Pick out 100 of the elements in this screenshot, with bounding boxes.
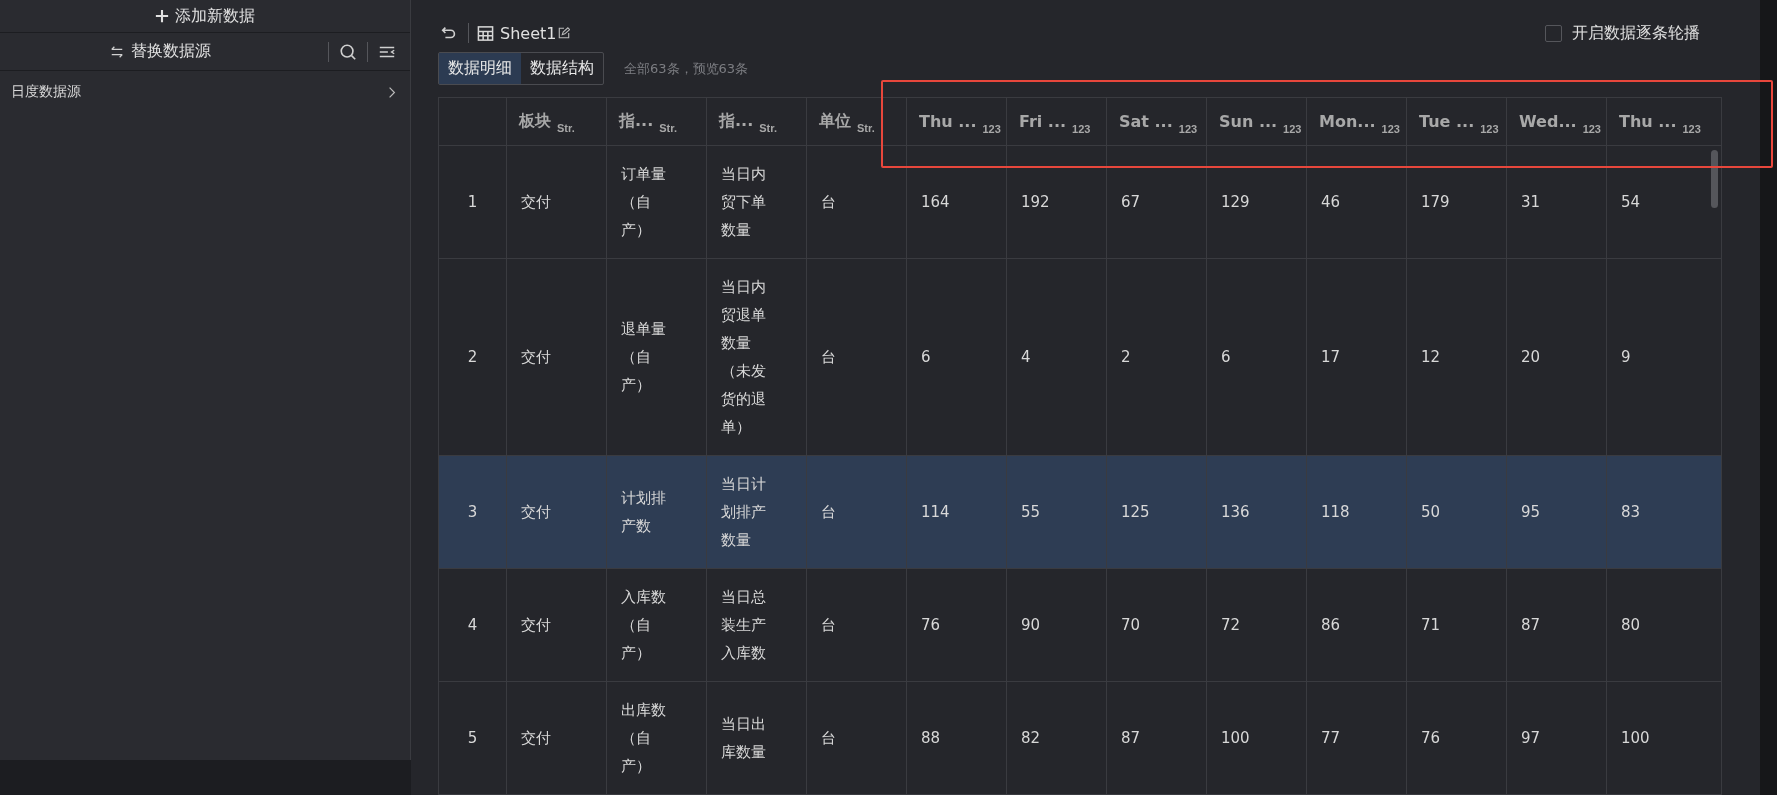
table-cell: 70: [1106, 568, 1207, 682]
table-cell: 计划排产数: [606, 455, 707, 569]
table-cell: 9: [1606, 258, 1722, 456]
table-cell: 76: [1406, 681, 1507, 795]
type-tag: Str.: [857, 122, 875, 134]
column-header[interactable]: Thu ... $_{123}$: [906, 97, 1007, 146]
table-cell: 72: [1206, 568, 1307, 682]
type-tag: 123: [1381, 123, 1400, 135]
table-cell: 86: [1306, 568, 1407, 682]
row-index: 4: [438, 568, 507, 682]
column-header[interactable]: Mon... $_{123}$: [1306, 97, 1407, 146]
table-cell: 当日内贸下单数量: [706, 145, 807, 259]
table-cell: 交付: [506, 145, 607, 259]
table-cell: 95: [1506, 455, 1607, 569]
table-cell: 164: [906, 145, 1007, 259]
row-index: 3: [438, 455, 507, 569]
table-cell: 129: [1206, 145, 1307, 259]
column-header[interactable]: 单位 $_{Str.}$: [806, 97, 907, 146]
table-cell: 交付: [506, 258, 607, 456]
scrollbar-thumb[interactable]: [1711, 150, 1718, 208]
table-cell: 台: [806, 258, 907, 456]
type-tag: Str.: [759, 122, 777, 134]
type-tag: 123: [1283, 123, 1302, 135]
type-tag: 123: [1178, 123, 1198, 135]
view-tab[interactable]: 数据结构: [521, 53, 603, 84]
table-cell: 订单量（自产）: [606, 145, 707, 259]
table-cell: 当日计划排产数量: [706, 455, 807, 569]
column-header[interactable]: Sun ... $_{123}$: [1206, 97, 1307, 146]
row-index: 5: [438, 681, 507, 795]
table-cell: 100: [1206, 681, 1307, 795]
table-cell: 97: [1506, 681, 1607, 795]
table-cell: 82: [1006, 681, 1107, 795]
table-cell: 17: [1306, 258, 1407, 456]
table-cell: 交付: [506, 455, 607, 569]
column-header[interactable]: 板块 $_{Str.}$: [506, 97, 607, 146]
table-cell: 退单量（自产）: [606, 258, 707, 456]
checkbox[interactable]: [1545, 24, 1562, 42]
table-cell: 88: [906, 681, 1007, 795]
table-row[interactable]: 2 交付 退单量（自产） 当日内贸退单数量（未发货的退单） 台 6 4 2 6 17 12 20 9: [438, 258, 1722, 456]
type-tag: 123: [1072, 123, 1091, 135]
table-cell: 6: [906, 258, 1007, 456]
table-row[interactable]: 4 交付 入库数（自产） 当日总装生产入库数 台 76 90 70 72 86 71 87 80: [438, 568, 1722, 682]
view-tab[interactable]: 数据明细: [439, 53, 521, 84]
table-row[interactable]: 3 交付 计划排产数 当日计划排产数量 台 114 55 125 136 118 50 95 83: [438, 455, 1722, 569]
type-tag: 123: [982, 123, 1001, 135]
carousel-label: 开启数据逐条轮播: [1572, 22, 1700, 44]
table-cell: 179: [1406, 145, 1507, 259]
table-cell: 192: [1006, 145, 1107, 259]
table-cell: 87: [1106, 681, 1207, 795]
table-cell: 83: [1606, 455, 1722, 569]
type-tag: Str.: [659, 122, 677, 134]
table-icon: [477, 24, 494, 42]
table-cell: 76: [906, 568, 1007, 682]
table-cell: 台: [806, 145, 907, 259]
table-cell: 71: [1406, 568, 1507, 682]
table-cell: 4: [1006, 258, 1107, 456]
datasource-label: 日度数据源: [11, 83, 81, 101]
table-cell: 67: [1106, 145, 1207, 259]
column-header[interactable]: Tue ... $_{123}$: [1406, 97, 1507, 146]
datasource-item[interactable]: 日度数据源: [0, 71, 410, 113]
table-row[interactable]: 5 交付 出库数（自产） 当日出库数量 台 88 82 87 100 77 76 97 100: [438, 681, 1722, 795]
column-header[interactable]: Fri ... $_{123}$: [1006, 97, 1107, 146]
table-cell: 80: [1606, 568, 1722, 682]
table-cell: 台: [806, 568, 907, 682]
type-tag: Str.: [557, 122, 575, 134]
table-cell: 136: [1206, 455, 1307, 569]
table-cell: 交付: [506, 681, 607, 795]
column-header[interactable]: Wed... $_{123}$: [1506, 97, 1607, 146]
table-cell: 55: [1006, 455, 1107, 569]
table-cell: 77: [1306, 681, 1407, 795]
table-cell: 118: [1306, 455, 1407, 569]
table-cell: 90: [1006, 568, 1107, 682]
table-cell: 12: [1406, 258, 1507, 456]
plus-icon: [155, 9, 169, 23]
column-header[interactable]: 指... $_{Str.}$: [706, 97, 807, 146]
replace-datasource-button[interactable]: 替换数据源: [0, 40, 320, 63]
chevron-right-icon: [388, 85, 396, 99]
edit-icon[interactable]: [556, 25, 573, 41]
swap-arrows-icon: [109, 44, 125, 59]
table-cell: 125: [1106, 455, 1207, 569]
column-header[interactable]: Thu ... $_{123}$: [1606, 97, 1722, 146]
carousel-checkbox[interactable]: 开启数据逐条轮播: [1545, 22, 1700, 44]
type-tag: 123: [1480, 123, 1499, 135]
table-cell: 台: [806, 681, 907, 795]
table-cell: 2: [1106, 258, 1207, 456]
row-index: 1: [438, 145, 507, 259]
table-cell: 当日内贸退单数量（未发货的退单）: [706, 258, 807, 456]
table-cell: 114: [906, 455, 1007, 569]
table-cell: 当日总装生产入库数: [706, 568, 807, 682]
table-cell: 20: [1506, 258, 1607, 456]
table-cell: 入库数（自产）: [606, 568, 707, 682]
column-header[interactable]: 指... $_{Str.}$: [606, 97, 707, 146]
table-cell: 87: [1506, 568, 1607, 682]
column-header[interactable]: Sat ... $_{123}$: [1106, 97, 1207, 146]
table-cell: 50: [1406, 455, 1507, 569]
row-index: 2: [438, 258, 507, 456]
table-cell: 31: [1506, 145, 1607, 259]
type-tag: 123: [1582, 123, 1601, 135]
type-tag: 123: [1682, 123, 1701, 135]
table-cell: 交付: [506, 568, 607, 682]
